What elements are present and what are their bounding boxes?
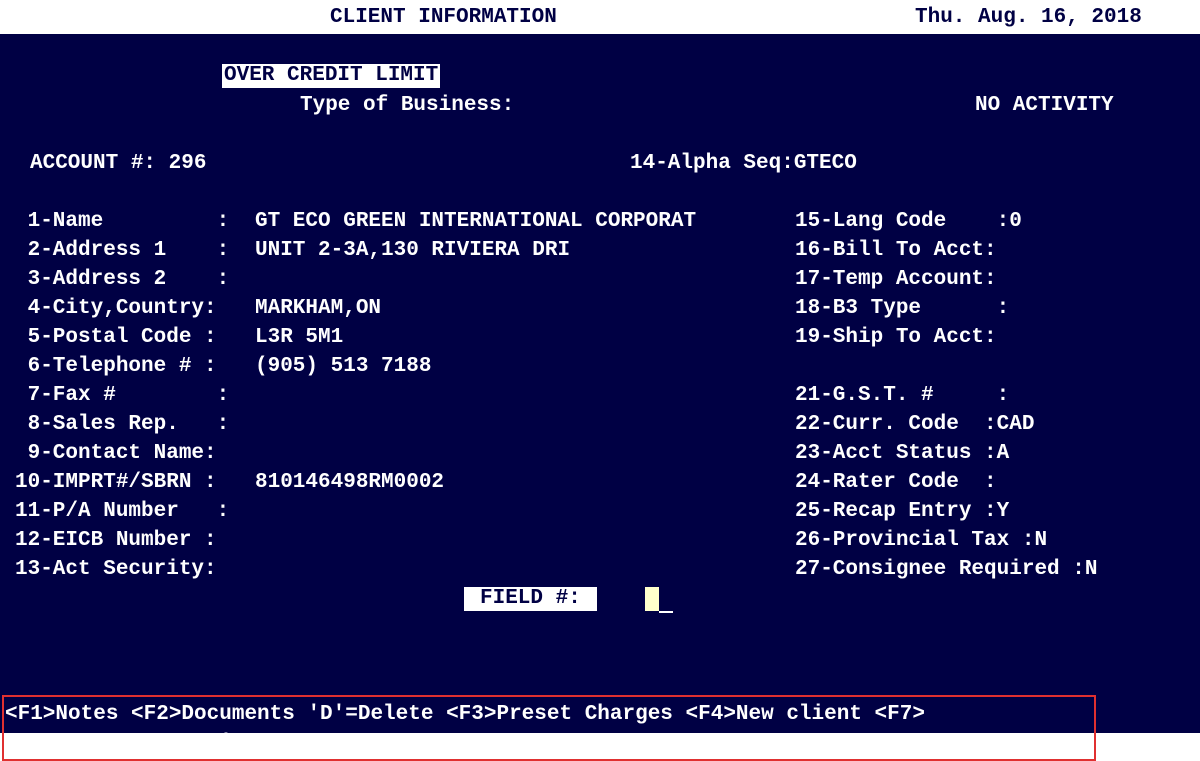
- credit-warning-badge: OVER CREDIT LIMIT: [222, 64, 441, 88]
- terminal-screen: OVER CREDIT LIMIT Type of Business: NO A…: [0, 34, 1200, 761]
- field-10-label: 10-IMPRT#/SBRN :: [15, 471, 217, 494]
- field-15[interactable]: 15-Lang Code :0: [795, 210, 1022, 234]
- field-number-prompt: FIELD #:: [464, 587, 597, 611]
- field-5-label: 5-Postal Code :: [15, 326, 217, 349]
- field-27[interactable]: 27-Consignee Required :N: [795, 558, 1097, 582]
- text-cursor: [659, 587, 673, 613]
- function-keys-line-1[interactable]: <F1>Notes <F2>Documents 'D'=Delete <F3>P…: [5, 703, 925, 727]
- field-5-value[interactable]: L3R 5M1: [255, 326, 343, 350]
- field-2-value[interactable]: UNIT 2-3A,130 RIVIERA DRI: [255, 239, 570, 263]
- field-16[interactable]: 16-Bill To Acct:: [795, 239, 997, 263]
- field-24[interactable]: 24-Rater Code :: [795, 471, 997, 495]
- field-22[interactable]: 22-Curr. Code :CAD: [795, 413, 1034, 437]
- field-6-value[interactable]: (905) 513 7188: [255, 355, 431, 379]
- field-12-label: 12-EICB Number :: [15, 529, 217, 552]
- screen-title: CLIENT INFORMATION: [330, 6, 557, 29]
- field-3-label: 3-Address 2 :: [15, 268, 230, 291]
- field-17[interactable]: 17-Temp Account:: [795, 268, 997, 292]
- field-11-label: 11-P/A Number :: [15, 500, 230, 523]
- activity-status: NO ACTIVITY: [975, 94, 1114, 117]
- field-26[interactable]: 26-Provincial Tax :N: [795, 529, 1047, 553]
- field-4-label: 4-City,Country:: [15, 297, 217, 320]
- field-1-value[interactable]: GT ECO GREEN INTERNATIONAL CORPORAT: [255, 210, 696, 234]
- field-18[interactable]: 18-B3 Type :: [795, 297, 1009, 321]
- field-10-value[interactable]: 810146498RM0002: [255, 471, 444, 495]
- field-7-label: 7-Fax # :: [15, 384, 230, 407]
- field-19[interactable]: 19-Ship To Acct:: [795, 326, 997, 350]
- function-keys-line-2[interactable]: Contacts <F10>Exit: [5, 732, 245, 756]
- field-13-label: 13-Act Security:: [15, 558, 217, 581]
- field-1-label: 1-Name :: [15, 210, 230, 233]
- business-type-label: Type of Business:: [300, 94, 515, 117]
- field-8-label: 8-Sales Rep. :: [15, 413, 230, 436]
- field-6-label: 6-Telephone # :: [15, 355, 217, 378]
- field-25[interactable]: 25-Recap Entry :Y: [795, 500, 1009, 524]
- field-4-value[interactable]: MARKHAM,ON: [255, 297, 381, 321]
- function-key-bar: <F1>Notes <F2>Documents 'D'=Delete <F3>P…: [2, 695, 1096, 761]
- title-bar: CLIENT INFORMATION Thu. Aug. 16, 2018: [0, 0, 1200, 34]
- alpha-seq-field[interactable]: 14-Alpha Seq:GTECO: [630, 152, 857, 176]
- field-21[interactable]: 21-G.S.T. # :: [795, 384, 1009, 408]
- field-number-input[interactable]: [645, 587, 659, 611]
- account-number: ACCOUNT #: 296: [30, 152, 207, 175]
- field-23[interactable]: 23-Acct Status :A: [795, 442, 1009, 466]
- field-2-label: 2-Address 1 :: [15, 239, 230, 262]
- field-9-label: 9-Contact Name:: [15, 442, 217, 465]
- screen-date: Thu. Aug. 16, 2018: [915, 6, 1142, 29]
